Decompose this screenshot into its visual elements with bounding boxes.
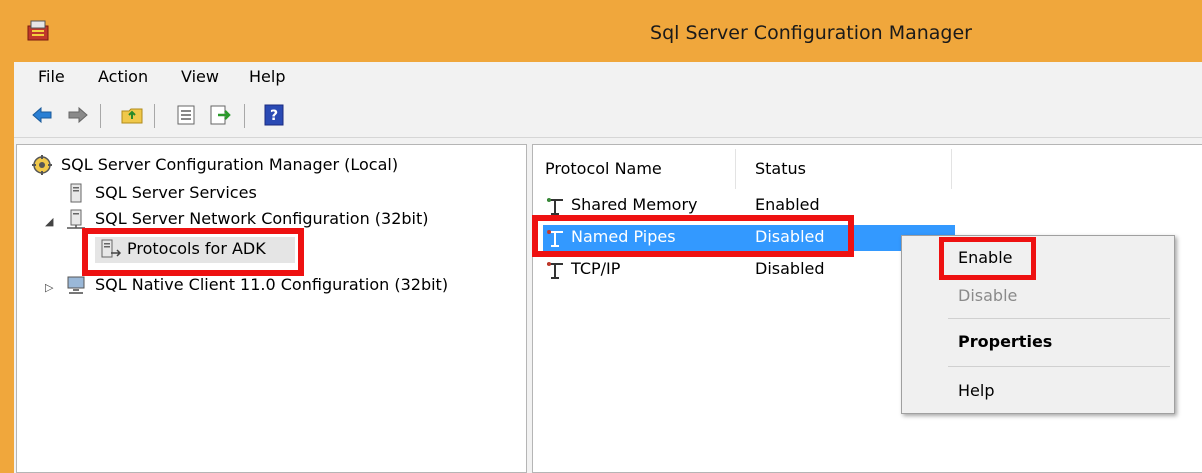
protocol-name: TCP/IP (571, 259, 621, 278)
toolbar-separator (100, 104, 101, 128)
help-icon[interactable]: ? (262, 103, 286, 127)
svg-text:?: ? (270, 108, 278, 124)
menu-bar: File Action View Help (14, 62, 1202, 94)
tree-item-label: SQL Server Services (95, 183, 257, 202)
toolbar: ? (14, 94, 1202, 138)
menu-view[interactable]: View (181, 67, 219, 86)
back-icon[interactable] (30, 103, 54, 127)
protocol-icon (547, 198, 563, 215)
menu-item-disable[interactable]: Disable (958, 286, 1017, 305)
menu-item-help[interactable]: Help (958, 381, 994, 400)
window-border (0, 62, 14, 473)
annotation-box-named-pipes (532, 215, 854, 257)
menu-file[interactable]: File (38, 67, 65, 86)
network-server-icon (67, 209, 85, 229)
annotation-box-protocols (82, 228, 304, 276)
annotation-box-enable (939, 237, 1036, 280)
config-manager-icon (32, 155, 52, 175)
column-divider[interactable] (951, 149, 952, 189)
tree-item-label: SQL Native Client 11.0 Configuration (32… (95, 275, 449, 294)
protocol-status: Enabled (755, 195, 820, 214)
tree-item-label: SQL Server Network Configuration (32bit) (95, 209, 429, 228)
toolbar-separator (244, 104, 245, 128)
up-folder-icon[interactable] (120, 103, 144, 127)
protocol-name: Shared Memory (571, 195, 698, 214)
window-title: Sql Server Configuration Manager (650, 22, 972, 44)
title-bar: Sql Server Configuration Manager (0, 0, 1202, 62)
forward-icon[interactable] (66, 103, 90, 127)
tree-pane[interactable]: SQL Server Configuration Manager (Local)… (16, 144, 527, 473)
export-list-icon[interactable] (208, 103, 232, 127)
protocol-icon (547, 262, 563, 279)
column-divider[interactable] (735, 149, 736, 189)
protocol-status: Disabled (755, 259, 825, 278)
client-computer-icon (67, 276, 85, 294)
column-header-status[interactable]: Status (755, 159, 806, 178)
table-row[interactable]: TCP/IP Disabled (543, 257, 955, 283)
menu-item-properties[interactable]: Properties (958, 332, 1052, 351)
tree-root-label: SQL Server Configuration Manager (Local) (61, 155, 399, 174)
toolbar-separator (154, 104, 155, 128)
menu-action[interactable]: Action (98, 67, 148, 86)
properties-icon[interactable] (174, 103, 198, 127)
collapse-arrow-icon[interactable]: ◢ (45, 215, 53, 228)
menu-separator (948, 318, 1170, 319)
menu-separator (948, 366, 1170, 367)
column-header-protocol-name[interactable]: Protocol Name (545, 159, 662, 178)
menu-help[interactable]: Help (249, 67, 285, 86)
expand-arrow-icon[interactable]: ▷ (45, 281, 53, 294)
server-icon (70, 183, 82, 203)
